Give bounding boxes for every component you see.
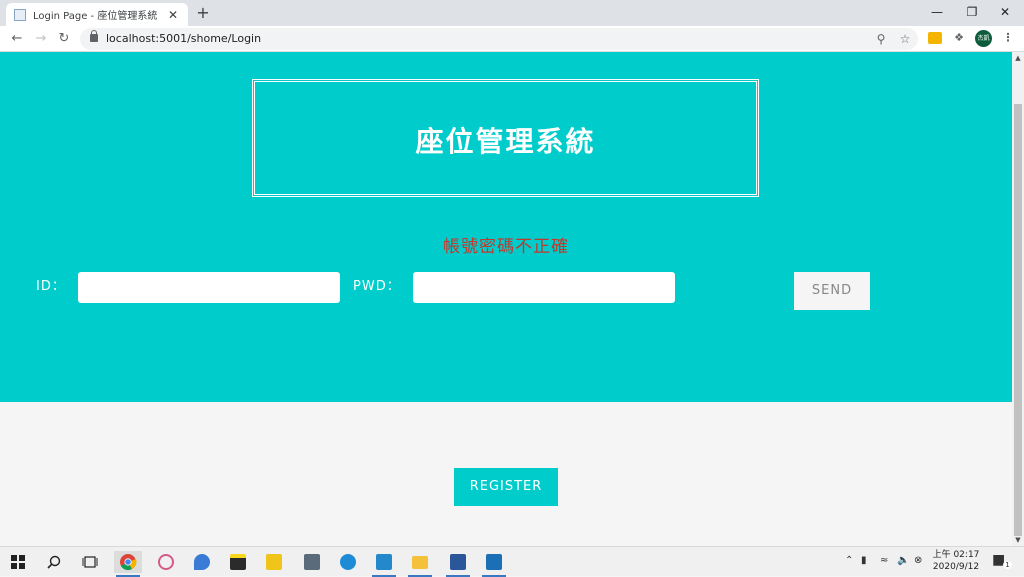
scroll-up-icon[interactable]: ▲ [1012, 54, 1024, 62]
battery-icon[interactable]: ▮ [861, 555, 867, 566]
snip-tool-icon[interactable] [152, 551, 180, 573]
password-input[interactable] [413, 272, 675, 303]
page-viewport: 座位管理系統 帳號密碼不正確 ID： PWD： SEND REGISTER [0, 52, 1012, 546]
page-favicon-icon [14, 8, 26, 21]
pwd-label: PWD： [353, 279, 401, 294]
login-banner: 座位管理系統 帳號密碼不正確 ID： PWD： SEND [0, 52, 1012, 402]
lock-icon [90, 30, 98, 42]
browser-tab-strip: Login Page - 座位管理系統 ✕ + — ❐ ✕ [0, 0, 1024, 26]
new-tab-button[interactable]: + [194, 4, 212, 22]
id-label: ID： [36, 279, 66, 294]
paint3d-icon[interactable] [188, 551, 216, 573]
tab-close-icon[interactable]: ✕ [166, 8, 180, 22]
windows-taskbar: ⌃ ▮ ≈ 🔈 ⊗ 上午 02:17 2020/9/12 ■ 1 [0, 546, 1024, 577]
profile-avatar[interactable]: 杰凱 [975, 30, 992, 47]
scroll-down-icon[interactable]: ▼ [1012, 536, 1024, 544]
title-frame: 座位管理系統 [252, 79, 759, 197]
file-explorer-icon[interactable] [406, 551, 434, 577]
search-icon[interactable] [40, 551, 68, 573]
extension-icon[interactable] [928, 32, 942, 44]
id-input[interactable] [78, 272, 340, 303]
extensions-puzzle-icon[interactable]: ❖ [951, 30, 967, 46]
browser-tab[interactable]: Login Page - 座位管理系統 ✕ [6, 3, 188, 26]
send-button[interactable]: SEND [794, 272, 870, 310]
reload-icon[interactable]: ↻ [55, 30, 73, 48]
back-arrow-icon[interactable]: ← [8, 30, 26, 48]
zoom-icon[interactable]: ⚲ [873, 31, 889, 47]
tab-title: Login Page - 座位管理系統 [33, 11, 158, 22]
wifi-icon[interactable]: ≈ [880, 555, 888, 566]
calculator-icon[interactable] [298, 551, 326, 573]
page-scrollbar[interactable]: ▲ ▼ [1012, 52, 1024, 546]
volume-muted-icon[interactable]: 🔈 [897, 555, 909, 566]
minimize-button[interactable]: — [922, 2, 952, 22]
sticky-notes-icon[interactable] [224, 551, 252, 573]
clock-time: 上午 02:17 [932, 550, 980, 560]
task-view-icon[interactable] [76, 551, 104, 573]
browser-toolbar: ← → ↻ localhost:5001/shome/Login ⚲ ☆ [0, 26, 1024, 52]
page-title: 座位管理系統 [415, 125, 596, 158]
clock-date: 2020/9/12 [932, 562, 980, 572]
notification-count-badge: 1 [1003, 561, 1012, 569]
tools-app-icon[interactable] [260, 551, 288, 573]
browser-menu-icon[interactable]: ⋮ [1000, 30, 1016, 46]
edge-icon[interactable] [334, 551, 362, 573]
forward-arrow-icon[interactable]: → [32, 30, 50, 48]
close-window-button[interactable]: ✕ [990, 2, 1020, 22]
bookmark-star-icon[interactable]: ☆ [897, 31, 913, 47]
scroll-thumb[interactable] [1014, 104, 1022, 536]
tray-overflow-chevron-icon[interactable]: ⌃ [845, 555, 853, 566]
chrome-app-icon[interactable] [114, 551, 142, 577]
url-text[interactable]: localhost:5001/shome/Login [106, 32, 261, 45]
register-button[interactable]: REGISTER [454, 468, 558, 506]
notification-settings-icon[interactable]: ⊗ [914, 555, 922, 566]
photos-icon[interactable] [480, 551, 508, 577]
vscode-icon[interactable] [370, 551, 398, 577]
word-icon[interactable] [444, 551, 472, 577]
system-clock[interactable]: 上午 02:17 2020/9/12 [928, 549, 984, 573]
restore-button[interactable]: ❐ [957, 2, 987, 22]
address-bar[interactable]: localhost:5001/shome/Login ⚲ ☆ [80, 28, 918, 50]
windows-start-icon[interactable] [4, 551, 32, 573]
login-error-message: 帳號密碼不正確 [443, 237, 569, 257]
